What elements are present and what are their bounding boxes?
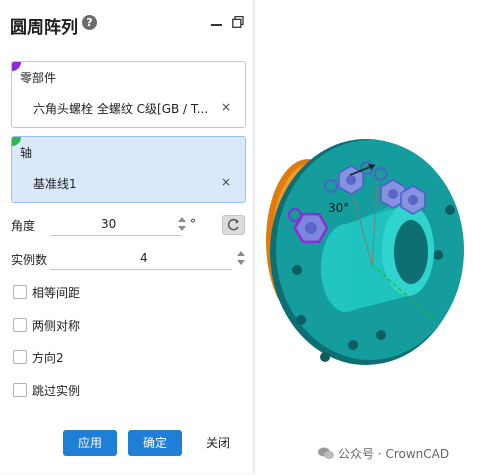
panel-title: 圆周阵列 — [10, 18, 78, 38]
parts-selection-box[interactable]: 零部件 六角头螺栓 全螺纹 C级[GB / T... × — [11, 61, 246, 128]
axis-selection-box[interactable]: 轴 基准线1 × — [11, 136, 246, 203]
instance-count-underline — [50, 269, 232, 270]
help-icon[interactable]: ? — [82, 15, 97, 30]
ok-button[interactable]: 确定 — [128, 430, 182, 456]
watermark-text: 公众号 · CrownCAD — [338, 447, 450, 461]
chat-bubble-icon — [318, 447, 334, 459]
watermark: 公众号 · CrownCAD — [318, 445, 449, 462]
direction2-label: 方向2 — [32, 351, 64, 365]
symmetric-checkbox[interactable] — [13, 318, 27, 332]
parts-remove-button[interactable]: × — [221, 100, 231, 114]
close-button[interactable]: 关闭 — [197, 430, 239, 456]
instance-count-label: 实例数 — [11, 253, 48, 267]
angle-input[interactable]: 30 — [101, 217, 116, 231]
instance-count-spinner-icon[interactable] — [236, 249, 246, 267]
angle-input-underline — [50, 235, 182, 236]
angle-annotation: 30° — [328, 201, 349, 215]
parts-selected-item: 六角头螺栓 全螺纹 C级[GB / T... — [33, 102, 209, 116]
reverse-direction-icon — [227, 218, 239, 231]
axis-remove-button[interactable]: × — [221, 175, 231, 189]
circular-pattern-panel: 圆周阵列 ? 零部件 六角头螺栓 全螺纹 C级[GB / T... × 轴 基准… — [0, 0, 254, 473]
angle-spinner-icon[interactable] — [177, 215, 187, 233]
angle-label: 角度 — [11, 219, 36, 233]
skip-instances-label: 跳过实例 — [32, 384, 81, 398]
reverse-direction-button[interactable] — [222, 215, 245, 235]
equal-spacing-label: 相等间距 — [32, 286, 81, 300]
restore-window-icon[interactable] — [232, 16, 244, 28]
axis-selected-item: 基准线1 — [33, 177, 77, 191]
axis-label: 轴 — [20, 146, 33, 160]
minimize-icon[interactable] — [211, 24, 222, 26]
skip-instances-checkbox[interactable] — [13, 383, 27, 397]
equal-spacing-checkbox[interactable] — [13, 285, 27, 299]
3d-viewport[interactable]: 30° — [250, 120, 480, 450]
parts-label: 零部件 — [20, 71, 57, 85]
symmetric-label: 两侧对称 — [32, 319, 81, 333]
instance-count-input[interactable]: 4 — [140, 251, 148, 265]
apply-button[interactable]: 应用 — [63, 430, 117, 456]
direction2-checkbox[interactable] — [13, 350, 27, 364]
angle-unit: ° — [190, 217, 196, 231]
